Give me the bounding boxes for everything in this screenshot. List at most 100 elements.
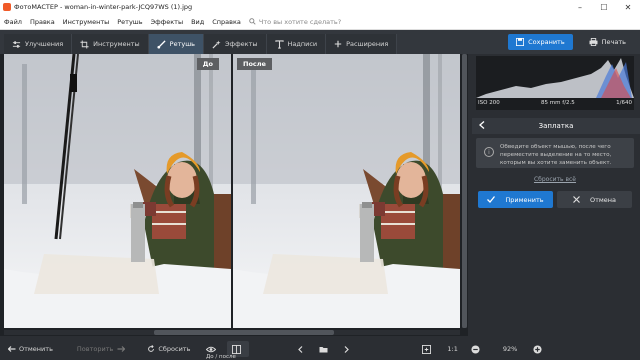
check-icon — [487, 196, 496, 203]
close-icon — [573, 196, 580, 203]
tab-enhance-label: Улучшения — [25, 40, 64, 48]
undo-button[interactable]: Отменить — [3, 341, 58, 357]
menu-effects[interactable]: Эффекты — [147, 18, 188, 26]
menu-tools[interactable]: Инструменты — [59, 18, 114, 26]
split-view-icon — [232, 344, 242, 354]
image-canvas[interactable]: До После — [0, 54, 468, 336]
minimize-button[interactable]: – — [568, 3, 592, 12]
search-icon — [249, 18, 256, 25]
zoom-control: 92% — [463, 341, 550, 357]
printer-icon — [589, 38, 598, 46]
menu-file[interactable]: Файл — [0, 18, 26, 26]
zoom-out-icon — [471, 344, 480, 354]
after-label: После — [237, 58, 272, 70]
before-photo — [4, 54, 231, 328]
vertical-scroll-thumb[interactable] — [462, 54, 467, 328]
undo-icon — [8, 345, 16, 352]
histogram-graph — [476, 58, 634, 98]
tab-tools[interactable]: Инструменты — [72, 34, 149, 54]
actual-size-button[interactable]: 1:1 — [442, 341, 462, 357]
menu-search[interactable]: Что вы хотите сделать? — [249, 18, 341, 26]
save-button[interactable]: Сохранить — [508, 34, 573, 50]
before-label: До — [196, 58, 219, 70]
zoom-out-button[interactable] — [466, 341, 488, 357]
tab-text-label: Надписи — [287, 40, 318, 48]
cancel-button[interactable]: Отмена — [557, 191, 632, 208]
magic-wand-icon — [212, 39, 221, 49]
plus-icon — [334, 40, 342, 48]
exif-info: ISO 200 85 mm f/2.5 1/640 — [476, 100, 634, 106]
text-icon — [274, 39, 284, 49]
info-icon: i — [484, 147, 494, 157]
horizontal-scroll-thumb[interactable] — [154, 330, 334, 335]
vertical-scrollbar[interactable] — [462, 54, 467, 328]
after-pane[interactable]: После — [233, 54, 460, 328]
tab-text[interactable]: Надписи — [266, 34, 327, 54]
print-label: Печать — [601, 38, 626, 46]
undo-label: Отменить — [19, 345, 53, 353]
iso-value: ISO 200 — [478, 100, 500, 106]
tab-effects[interactable]: Эффекты — [204, 34, 267, 54]
apply-button[interactable]: Применить — [478, 191, 553, 208]
redo-icon — [117, 345, 126, 352]
menu-help[interactable]: Справка — [208, 18, 245, 26]
horizontal-scrollbar[interactable] — [4, 330, 460, 335]
apply-label: Применить — [505, 195, 544, 204]
panel-header: Заплатка — [472, 118, 640, 134]
reset-all-link[interactable]: Сбросить всё — [476, 176, 634, 183]
chevron-right-icon — [344, 345, 350, 353]
reset-label: Сбросить — [158, 345, 191, 353]
before-pane[interactable]: До — [4, 54, 231, 328]
hint-text: Обведите объект мышью, после чего переме… — [500, 144, 612, 166]
close-button[interactable]: ✕ — [616, 3, 640, 12]
tab-retouch[interactable]: Ретушь — [148, 34, 204, 54]
reset-button[interactable]: Сбросить — [142, 341, 195, 357]
menu-edit[interactable]: Правка — [26, 18, 59, 26]
redo-button[interactable]: Повторить — [72, 341, 130, 357]
window-title: ФотоМАСТЕР - woman-in-winter-park-JCQ97W… — [14, 3, 193, 11]
menu-bar: Файл Правка Инструменты Ретушь Эффекты В… — [0, 14, 640, 30]
redo-label: Повторить — [76, 345, 114, 353]
save-label: Сохранить — [528, 38, 565, 46]
app-logo-icon — [3, 3, 11, 11]
tab-tools-label: Инструменты — [93, 40, 140, 48]
cancel-label: Отмена — [589, 195, 617, 204]
crop-icon — [80, 39, 89, 49]
tab-extensions-label: Расширения — [346, 40, 389, 48]
main-toolbar: Улучшения Инструменты Ретушь Эффекты Над… — [0, 30, 640, 54]
after-photo — [233, 54, 460, 328]
print-button[interactable]: Печать — [581, 34, 634, 50]
back-arrow-icon[interactable] — [472, 121, 492, 131]
tab-effects-label: Эффекты — [225, 40, 258, 48]
shutter-value: 1/640 — [616, 100, 632, 106]
title-bar: ФотоМАСТЕР - woman-in-winter-park-JCQ97W… — [0, 0, 640, 14]
fit-screen-icon — [422, 344, 432, 354]
tab-enhance[interactable]: Улучшения — [4, 34, 73, 54]
app-window: ФотоМАСТЕР - woman-in-winter-park-JCQ97W… — [0, 0, 640, 360]
menu-retouch[interactable]: Ретушь — [113, 18, 146, 26]
save-icon — [516, 38, 525, 46]
eye-icon — [206, 346, 217, 352]
hint-box: i Обведите объект мышью, после чего пере… — [476, 138, 634, 168]
sliders-icon — [12, 40, 21, 48]
chevron-left-icon — [298, 345, 303, 353]
zoom-in-button[interactable] — [528, 341, 550, 357]
menu-view[interactable]: Вид — [187, 18, 208, 26]
zoom-in-icon — [533, 344, 542, 354]
reset-icon — [148, 345, 155, 352]
fit-screen-button[interactable] — [417, 341, 439, 357]
tab-extensions[interactable]: Расширения — [326, 34, 398, 54]
panel-title: Заплатка — [538, 122, 574, 130]
tab-retouch-label: Ретушь — [169, 40, 195, 48]
search-placeholder: Что вы хотите сделать? — [258, 17, 342, 26]
zoom-value: 92% — [502, 345, 518, 353]
maximize-button[interactable]: ☐ — [592, 3, 616, 12]
open-folder-button[interactable] — [314, 341, 336, 357]
next-photo-button[interactable] — [339, 341, 357, 357]
folder-icon — [319, 346, 328, 352]
prev-photo-button[interactable] — [293, 341, 311, 357]
lens-value: 85 mm f/2.5 — [541, 100, 575, 106]
bottom-bar: Отменить Повторить Сбросить 1:1 92% — [0, 338, 640, 360]
before-after-label: До / после — [206, 354, 236, 360]
brush-icon — [157, 39, 166, 49]
